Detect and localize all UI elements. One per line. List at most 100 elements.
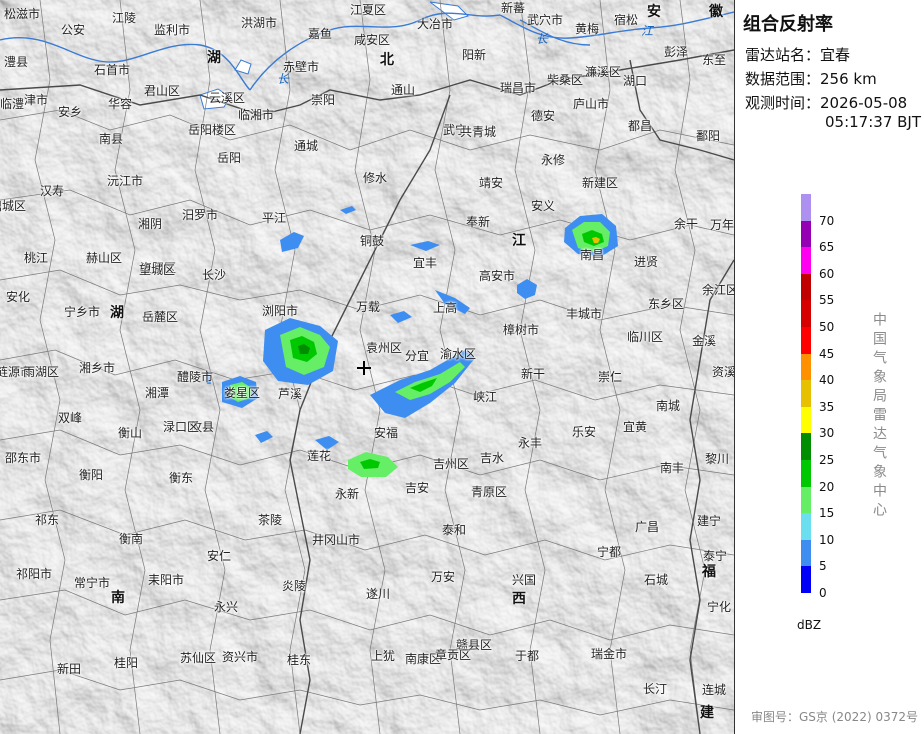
place-label: 资兴市 <box>221 650 259 664</box>
place-label: 常宁市 <box>73 576 111 590</box>
place-label: 醴陵市 <box>176 370 214 384</box>
place-label: 茶陵 <box>257 513 283 527</box>
province-label: 北 <box>380 52 394 68</box>
scale-swatch <box>801 300 811 327</box>
range-value: 256 km <box>820 70 877 88</box>
place-label: 宜丰 <box>412 256 438 270</box>
place-label: 芦溪 <box>277 387 303 401</box>
place-label: 宁都 <box>596 545 622 559</box>
place-label: 新建区 <box>581 176 619 190</box>
place-label: 永兴 <box>213 600 239 614</box>
place-label: 石首市 <box>93 63 131 77</box>
place-label: 广昌 <box>634 520 660 534</box>
agency-label: 中国气象局雷达气象中心 <box>871 312 887 521</box>
scale-unit: dBZ <box>797 618 822 632</box>
place-label: 铜鼓 <box>359 234 385 248</box>
place-label: 庐山市 <box>572 97 610 111</box>
place-label: 津市 <box>23 93 49 107</box>
scale-swatch <box>801 247 811 274</box>
place-label: 都昌 <box>627 119 653 133</box>
place-label: 衡南 <box>118 532 144 546</box>
scale-tick-label: 40 <box>819 373 835 388</box>
scale-tick-label: 10 <box>819 532 835 547</box>
scale-swatch <box>801 433 811 460</box>
province-label: 西 <box>512 591 526 607</box>
place-label: 双峰 <box>57 411 83 425</box>
station-row: 雷达站名：宜春 <box>745 44 850 65</box>
province-label: 湖 <box>207 50 221 66</box>
scale-tick-label: 65 <box>819 240 835 255</box>
range-row: 数据范围：256 km <box>745 68 877 89</box>
color-scale <box>801 194 815 593</box>
place-label: 石城 <box>643 573 669 587</box>
place-label: 吉水 <box>479 451 505 465</box>
place-label: 临澧 <box>0 97 25 111</box>
place-label: 安乡 <box>57 105 83 119</box>
place-label: 湘潭 <box>144 386 170 400</box>
place-label: 于都 <box>514 649 540 663</box>
place-label: 澧县 <box>3 55 29 69</box>
place-label: 泰和 <box>441 523 467 537</box>
place-label: 上高 <box>432 301 458 315</box>
place-label: 章贡区 <box>434 648 472 662</box>
place-label: 高安市 <box>478 269 516 283</box>
place-label: 丰城市 <box>565 307 603 321</box>
place-label: 新蕃 <box>500 1 526 15</box>
place-label: 祁东 <box>34 513 60 527</box>
place-label: 监利市 <box>153 23 191 37</box>
place-label: 南昌 <box>579 248 605 262</box>
place-label: 衡阳 <box>78 468 104 482</box>
place-label: 吉州区 <box>432 457 470 471</box>
place-label: 衡东 <box>168 471 194 485</box>
place-label: 兴国 <box>511 573 537 587</box>
scale-tick-label: 30 <box>819 426 835 441</box>
place-label: 吉安 <box>404 481 430 495</box>
place-label: 濂溪区 <box>584 65 622 79</box>
place-label: 娄星区 <box>223 386 261 400</box>
scale-tick-label: 20 <box>819 479 835 494</box>
place-label: 祁阳市 <box>15 567 53 581</box>
scale-swatch <box>801 220 811 248</box>
place-label: 万安 <box>430 570 456 584</box>
place-label: 建宁 <box>696 514 722 528</box>
place-label: 新田 <box>56 662 82 676</box>
place-label: 沅江市 <box>106 174 144 188</box>
place-label: 阳新 <box>461 48 487 62</box>
place-label: 万载 <box>355 300 381 314</box>
place-label: 青原区 <box>470 485 508 499</box>
place-label: 通城 <box>293 139 319 153</box>
scale-swatch <box>801 486 811 514</box>
scale-swatch <box>801 539 811 567</box>
time-row: 观测时间：2026-05-08 <box>745 92 907 113</box>
scale-swatch <box>801 406 811 434</box>
place-label: 宁乡市 <box>63 305 101 319</box>
radar-map[interactable]: 松滋市 江陵 公安 监利市 洪湖市 嘉鱼 赤壁市 咸安区 江夏区 大冶市 新蕃 武穴市 黄梅 宿松 彭泽 东至… <box>0 0 734 734</box>
place-label: 炎陵 <box>281 579 307 593</box>
scale-swatch <box>801 459 811 487</box>
place-label: 黄梅 <box>574 22 600 36</box>
station-name: 宜春 <box>820 46 851 64</box>
scale-swatch <box>801 273 811 301</box>
place-label: 新干 <box>520 367 546 381</box>
place-label: 遂川 <box>365 587 391 601</box>
place-label: 南县 <box>98 132 124 146</box>
range-label: 数据范围： <box>745 70 821 88</box>
place-label: 鄱阳 <box>695 129 721 143</box>
place-label: 咸安区 <box>353 33 391 47</box>
place-label: 鼎城区 <box>0 199 27 213</box>
place-label: 大冶市 <box>416 17 454 31</box>
place-label: 长沙 <box>201 268 227 282</box>
place-label: 衡山 <box>117 426 143 440</box>
river-label: 长 <box>276 72 290 86</box>
place-label: 江夏区 <box>349 3 387 17</box>
place-label: 洪湖市 <box>240 16 278 30</box>
place-label: 德安 <box>530 109 556 123</box>
place-label: 柴桑区 <box>546 73 584 87</box>
place-label: 修水 <box>362 171 388 185</box>
approval-number: 审图号：GS京 (2022) 0372号 <box>751 710 918 724</box>
scale-tick-label: 0 <box>819 586 827 600</box>
place-label: 湘乡市 <box>78 361 116 375</box>
scale-swatch <box>801 353 811 381</box>
place-label: 渌口区 <box>162 420 200 434</box>
place-label: 瑞金市 <box>590 647 628 661</box>
